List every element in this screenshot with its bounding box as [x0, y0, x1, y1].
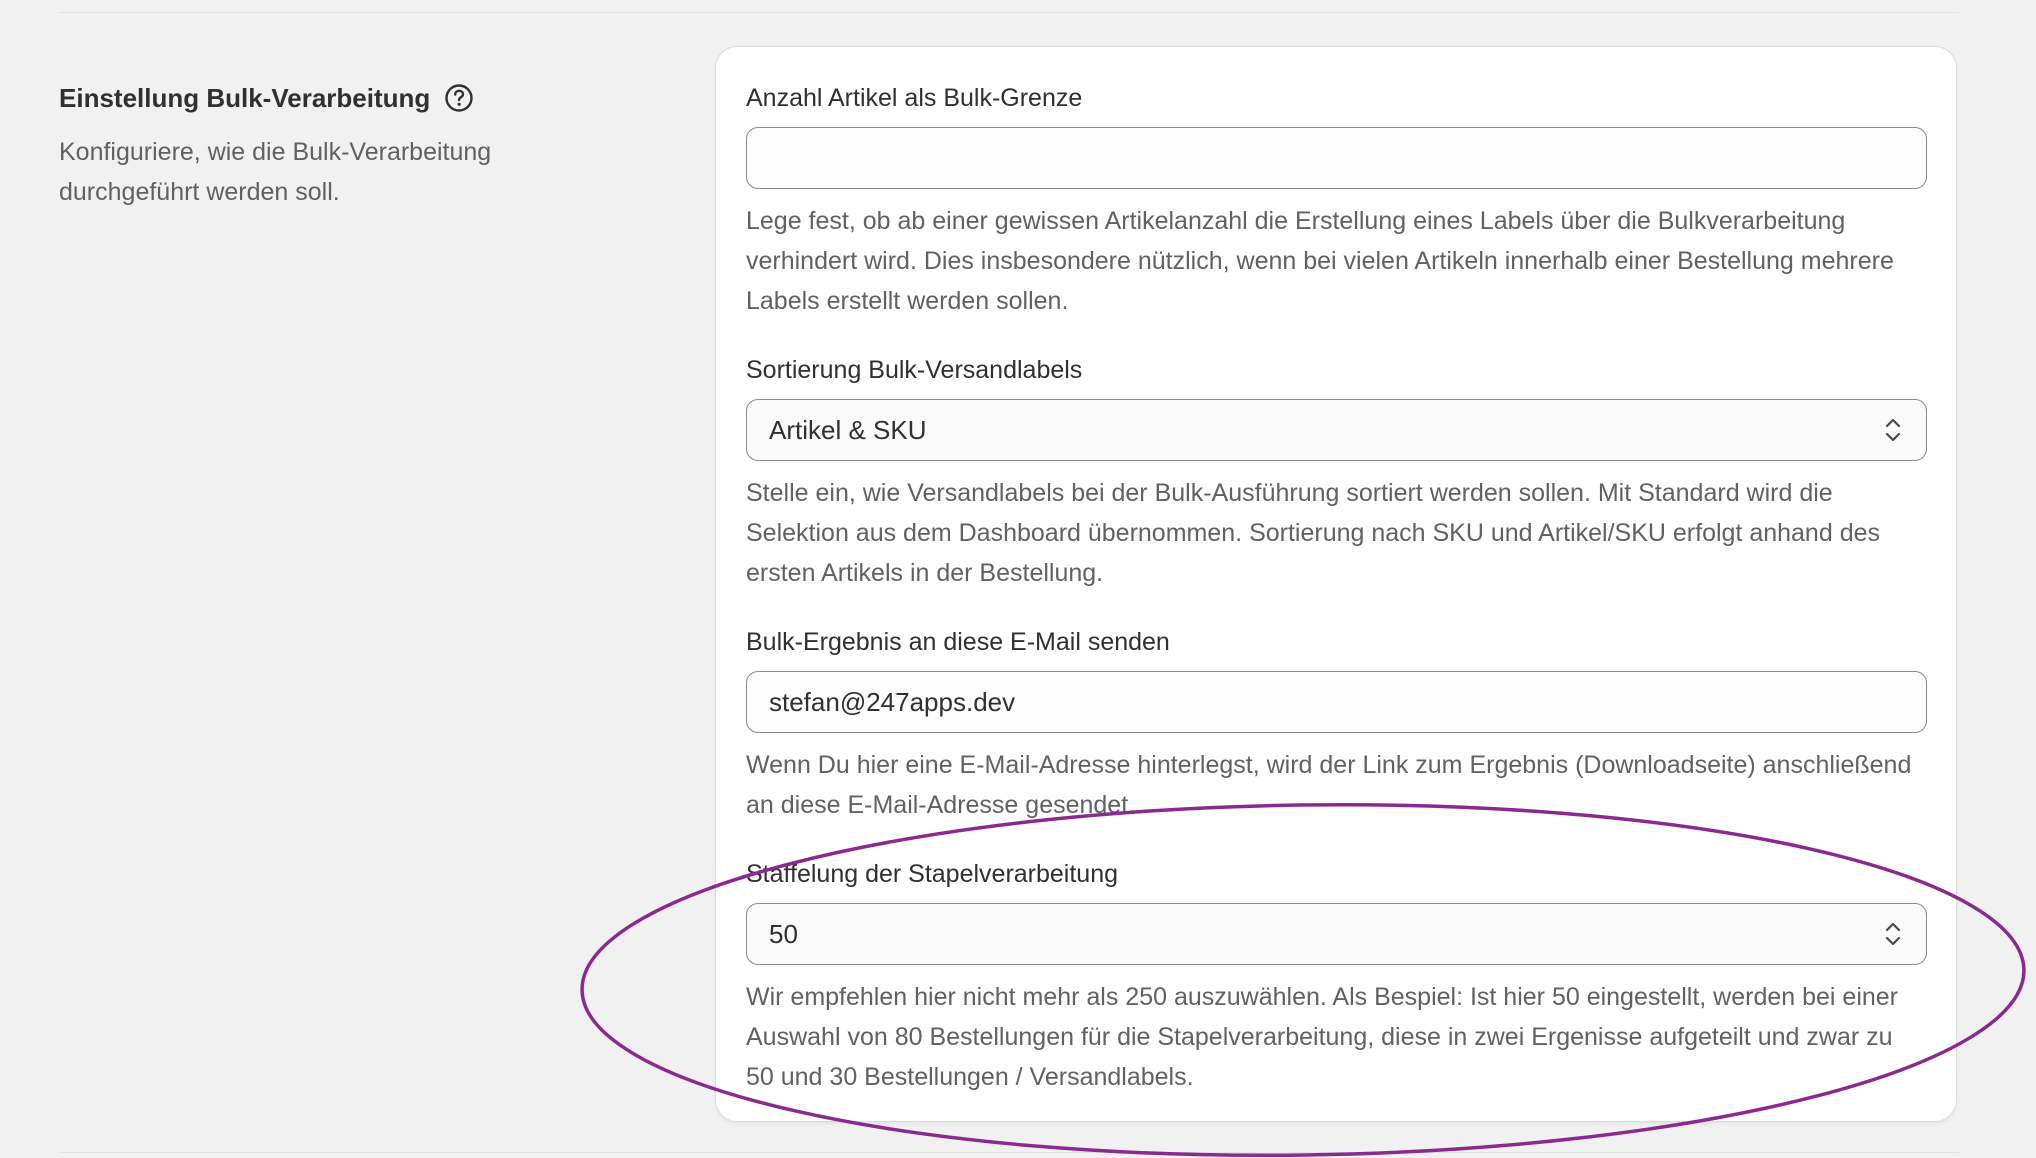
section-title-row: Einstellung Bulk-Verarbeitung [59, 78, 619, 118]
email-value: stefan@247apps.dev [769, 686, 1016, 717]
batch-size-help-text: Wir empfehlen hier nicht mehr als 250 au… [746, 983, 1899, 1091]
sorting-select[interactable]: Artikel & SKU [746, 399, 1927, 461]
bulk-limit-help-text: Lege fest, ob ab einer gewissen Artikela… [746, 207, 1894, 315]
question-circle-icon[interactable] [444, 83, 474, 113]
section-title: Einstellung Bulk-Verarbeitung [59, 82, 431, 113]
section-description: Konfiguriere, wie die Bulk-Verarbeitung … [59, 138, 492, 206]
bulk-limit-field: Anzahl Artikel als Bulk-Grenze Lege fest… [746, 81, 1927, 321]
batch-size-selected-value: 50 [769, 918, 798, 949]
sorting-help-text: Stelle ein, wie Versandlabels bei der Bu… [746, 479, 1880, 587]
sorting-selected-value: Artikel & SKU [769, 414, 927, 445]
sorting-label: Sortierung Bulk-Versandlabels [746, 356, 1083, 384]
section-header: Einstellung Bulk-Verarbeitung Konfigurie… [59, 78, 619, 212]
bottom-divider [59, 1152, 1959, 1153]
bulk-limit-label: Anzahl Artikel als Bulk-Grenze [746, 84, 1083, 112]
email-help-text: Wenn Du hier eine E-Mail-Adresse hinterl… [746, 751, 1912, 819]
batch-size-label: Staffelung der Stapelverarbeitung [746, 860, 1119, 888]
top-divider [59, 12, 1959, 13]
batch-size-field: Staffelung der Stapelverarbeitung 50 Wir… [746, 857, 1927, 1097]
email-input[interactable]: stefan@247apps.dev [746, 671, 1927, 733]
email-label: Bulk-Ergebnis an diese E-Mail senden [746, 628, 1170, 656]
batch-size-select[interactable]: 50 [746, 903, 1927, 965]
email-field: Bulk-Ergebnis an diese E-Mail senden ste… [746, 625, 1927, 825]
bulk-limit-input[interactable] [746, 127, 1927, 189]
chevron-up-down-icon [1882, 415, 1904, 445]
sorting-field: Sortierung Bulk-Versandlabels Artikel & … [746, 353, 1927, 593]
chevron-up-down-icon [1882, 919, 1904, 949]
